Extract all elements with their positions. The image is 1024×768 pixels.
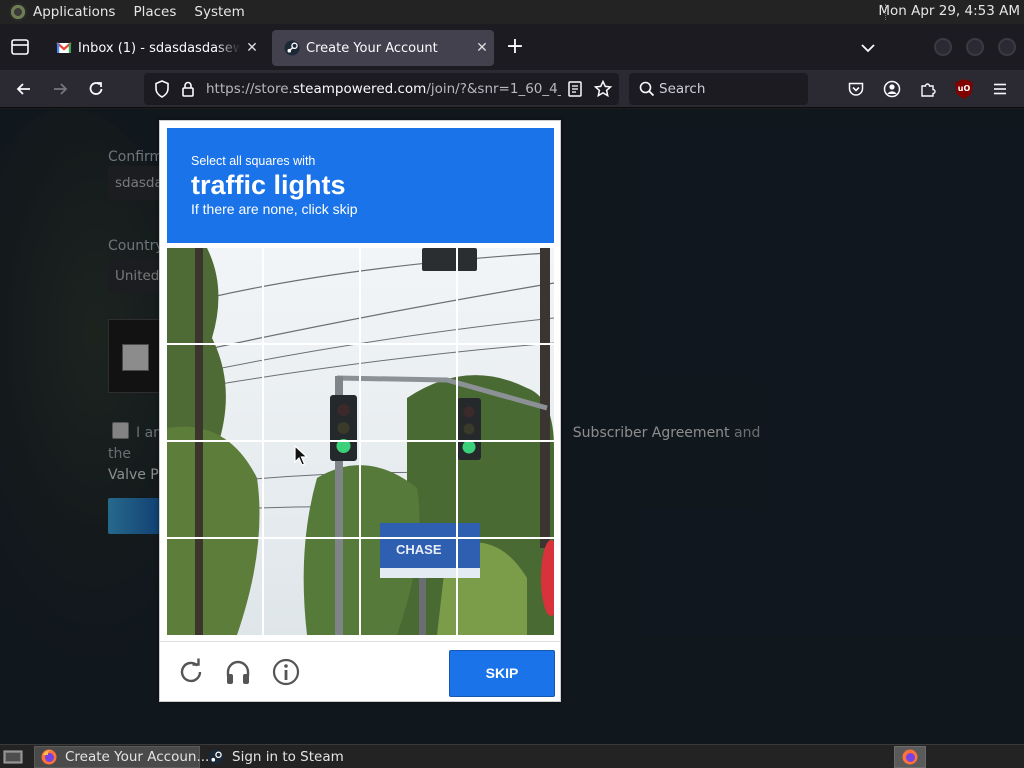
distro-logo-icon[interactable] [9, 3, 27, 21]
show-desktop-icon[interactable] [2, 748, 24, 766]
tab-title: Create Your Account [306, 40, 438, 56]
bottom-taskbar: Create Your Accoun... Sign in to Steam [0, 744, 1024, 768]
url-prefix: https://store. [206, 81, 293, 97]
applications-menu[interactable]: Applications [33, 4, 115, 20]
maximize-window-button[interactable] [966, 38, 984, 56]
url-path: /join/?&snr=1_60_4__62 [426, 81, 561, 97]
grid-line [167, 537, 554, 539]
list-all-tabs-icon[interactable] [858, 38, 878, 58]
taskbar-item-sign-in-steam[interactable]: Sign in to Steam [202, 746, 382, 768]
firefox-view-icon[interactable] [8, 36, 32, 58]
clock[interactable]: Mon Apr 29, 4:53 AM [878, 3, 1020, 19]
firefox-icon [41, 749, 57, 765]
pocket-icon[interactable] [846, 79, 866, 99]
challenge-header: Select all squares with traffic lights I… [167, 128, 554, 243]
search-bar[interactable]: Search [629, 73, 808, 105]
ublock-origin-icon[interactable]: uO [955, 79, 973, 99]
hamburger-menu-icon[interactable] [990, 79, 1010, 99]
taskbar-item-label: Sign in to Steam [232, 749, 344, 765]
new-tab-button[interactable]: + [503, 36, 527, 60]
system-menu[interactable]: System [194, 4, 244, 20]
audio-challenge-headphones-icon[interactable] [223, 657, 253, 687]
firefox-icon [902, 749, 918, 765]
url-text[interactable]: https://store.steampowered.com/join/?&sn… [206, 81, 561, 97]
close-tab-icon[interactable]: ✕ [240, 40, 264, 56]
close-window-button[interactable] [998, 38, 1016, 56]
url-bar[interactable]: https://store.steampowered.com/join/?&sn… [144, 73, 619, 105]
back-arrow-icon[interactable] [14, 79, 34, 99]
captcha-challenge-dialog: Select all squares with traffic lights I… [159, 120, 561, 702]
workspace-switcher[interactable] [894, 746, 926, 768]
navigation-toolbar: https://store.steampowered.com/join/?&sn… [0, 70, 1024, 108]
gmail-icon [56, 42, 72, 53]
search-icon [639, 81, 655, 97]
challenge-target: traffic lights [191, 170, 346, 200]
steam-icon [208, 749, 224, 765]
tab-title: Inbox (1) - sdasdasdasewedas [78, 40, 240, 56]
tracking-protection-shield-icon[interactable] [152, 79, 172, 99]
grid-line [167, 440, 554, 442]
reader-view-icon[interactable] [565, 79, 585, 99]
mouse-cursor-icon [294, 445, 308, 466]
info-icon[interactable] [271, 657, 301, 687]
grid-line [167, 343, 554, 345]
account-icon[interactable] [882, 79, 902, 99]
forward-arrow-icon[interactable] [50, 79, 70, 99]
search-placeholder: Search [659, 81, 706, 97]
tab-strip: Inbox (1) - sdasdasdasewedas ✕ Create Yo… [0, 24, 1024, 70]
reload-challenge-icon[interactable] [176, 657, 206, 687]
lock-icon[interactable] [178, 79, 198, 99]
reload-icon[interactable] [86, 79, 106, 99]
url-host: steampowered.com [292, 81, 427, 97]
steam-icon [284, 40, 300, 56]
top-panel: Applications Places System Mon Apr 29, 4… [0, 0, 1024, 24]
challenge-image-grid: CHASE [167, 248, 554, 635]
challenge-hint: If there are none, click skip [191, 201, 358, 217]
taskbar-item-label: Create Your Accoun... [65, 749, 210, 765]
close-tab-icon[interactable]: ✕ [470, 40, 494, 56]
taskbar-item-create-account[interactable]: Create Your Accoun... [34, 746, 209, 768]
challenge-footer: SKIP [160, 641, 560, 702]
challenge-instruction: Select all squares with [191, 154, 316, 168]
tab-create-account[interactable]: Create Your Account ✕ [272, 30, 494, 66]
skip-button[interactable]: SKIP [449, 650, 555, 697]
bookmark-star-icon[interactable] [593, 79, 613, 99]
minimize-window-button[interactable] [934, 38, 952, 56]
extensions-puzzle-icon[interactable] [918, 79, 938, 99]
tab-inbox[interactable]: Inbox (1) - sdasdasdasewedas ✕ [44, 30, 264, 66]
bank-sign-text: CHASE [396, 542, 442, 557]
places-menu[interactable]: Places [133, 4, 176, 20]
